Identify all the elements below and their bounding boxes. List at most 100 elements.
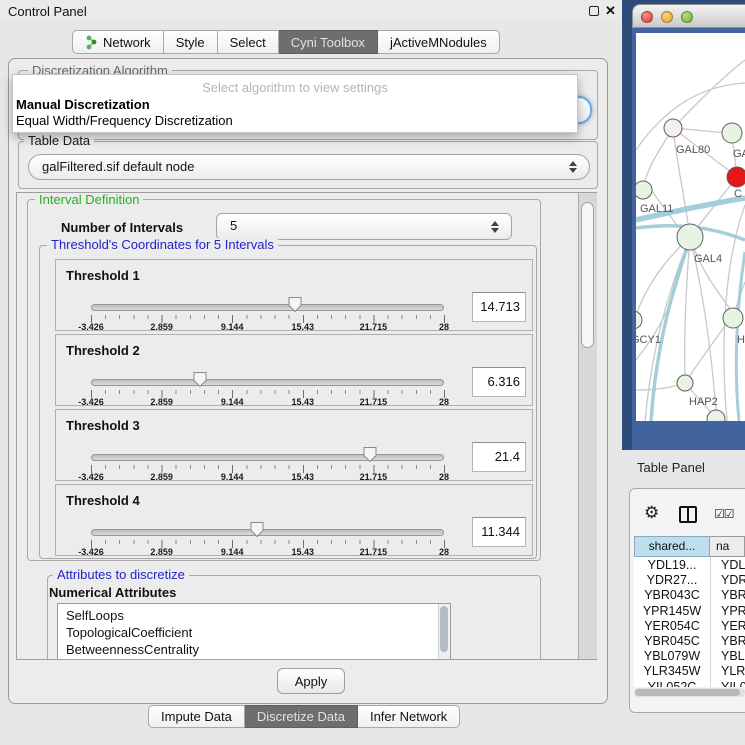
- threshold-row: Threshold 1 -3.4262.8599.144 15.4321.715…: [55, 259, 533, 331]
- bottom-tab-bar: Impute Data Discretize Data Infer Networ…: [148, 705, 460, 728]
- attributes-group-title: Attributes to discretize: [53, 568, 189, 581]
- tab-impute-data[interactable]: Impute Data: [148, 705, 245, 728]
- table-row[interactable]: YDR27...YDR2: [634, 573, 745, 588]
- close-traffic-light[interactable]: [641, 11, 653, 23]
- slider-track[interactable]: [91, 379, 444, 386]
- thresholds-group-title: Threshold's Coordinates for 5 Intervals: [47, 238, 278, 251]
- slider-track[interactable]: [91, 304, 444, 311]
- node-label: GAL80: [676, 144, 710, 156]
- control-panel-titlebar: Control Panel ✕: [0, 0, 622, 22]
- apply-button[interactable]: Apply: [277, 668, 345, 694]
- screen: Control Panel ✕ Network Style Select Cyn…: [0, 0, 745, 745]
- slider-track[interactable]: [91, 529, 444, 536]
- table-row[interactable]: YLR345WYLR3: [634, 664, 745, 679]
- network-window-titlebar[interactable]: [632, 4, 745, 28]
- close-icon[interactable]: ✕: [605, 3, 616, 19]
- threshold-label: Threshold 2: [66, 343, 140, 358]
- slider-scale: -3.4262.8599.144 15.4321.71528: [91, 397, 444, 409]
- threshold-value-field[interactable]: 21.4: [472, 442, 526, 472]
- node-label: GAL11: [640, 203, 673, 215]
- node-label: HAP2: [689, 396, 718, 408]
- column-header-name[interactable]: na: [710, 536, 745, 557]
- interval-definition-title: Interval Definition: [35, 193, 143, 206]
- tab-infer-network[interactable]: Infer Network: [358, 705, 460, 728]
- dropdown-hint: Select algorithm to view settings: [13, 80, 577, 95]
- option-equal-width-frequency[interactable]: Equal Width/Frequency Discretization: [16, 113, 233, 128]
- slider-track[interactable]: [91, 454, 444, 461]
- threshold-row: Threshold 4 -3.4262.8599.144 15.4321.715…: [55, 484, 533, 556]
- network-canvas[interactable]: GAL80 GA C GAL11 GAL4 GCY1 H HAP2: [636, 33, 745, 421]
- node-hap2[interactable]: [677, 375, 693, 391]
- algorithm-dropdown-popup: Select algorithm to view settings Manual…: [12, 74, 578, 133]
- table-row[interactable]: YBR043CYBR0: [634, 588, 745, 603]
- gear-icon[interactable]: ⚙: [644, 503, 659, 523]
- zoom-traffic-light[interactable]: [681, 11, 693, 23]
- table-row[interactable]: YDL19...YDL1: [634, 558, 745, 573]
- table-panel-title: Table Panel: [637, 460, 705, 475]
- threshold-label: Threshold 3: [66, 418, 140, 433]
- table-row[interactable]: YER054CYER0: [634, 619, 745, 634]
- node-gal80[interactable]: [664, 119, 682, 137]
- node-label: C: [734, 188, 742, 200]
- node-label: GAL4: [694, 253, 722, 265]
- node-partial-g[interactable]: [722, 123, 742, 143]
- list-item[interactable]: BetweennessCentrality: [58, 641, 450, 658]
- table-row[interactable]: YIL052CYIL0: [634, 680, 745, 687]
- top-tab-bar: Network Style Select Cyni Toolbox jActiv…: [72, 30, 500, 54]
- tab-jactivemnodules[interactable]: jActiveMNodules: [378, 30, 500, 54]
- node-partial-h[interactable]: [723, 308, 743, 328]
- columns-icon[interactable]: [679, 506, 697, 523]
- list-item[interactable]: SelfLoops: [58, 607, 450, 624]
- threshold-value-field[interactable]: 14.713: [472, 292, 526, 322]
- slider-thumb[interactable]: [362, 446, 377, 463]
- node-label: GCY1: [636, 334, 661, 346]
- minimize-traffic-light[interactable]: [661, 11, 673, 23]
- node-gal11[interactable]: [636, 181, 652, 199]
- table-row[interactable]: YBL079WYBL0: [634, 649, 745, 664]
- number-of-intervals-label: Number of Intervals: [61, 220, 183, 235]
- tab-cyni-toolbox[interactable]: Cyni Toolbox: [279, 30, 378, 54]
- threshold-label: Threshold 4: [66, 493, 140, 508]
- numerical-attributes-heading: Numerical Attributes: [49, 585, 176, 600]
- slider-thumb[interactable]: [193, 371, 208, 388]
- node-label: H: [737, 334, 745, 346]
- slider-scale: -3.4262.8599.144 15.4321.71528: [91, 547, 444, 559]
- table-row[interactable]: YBR045CYBR0: [634, 634, 745, 649]
- slider-scale: -3.4262.8599.144 15.4321.71528: [91, 472, 444, 484]
- table-data-combobox[interactable]: galFiltered.sif default node: [28, 154, 590, 180]
- node-red-selected[interactable]: [727, 167, 745, 187]
- tab-discretize-data[interactable]: Discretize Data: [245, 705, 358, 728]
- tab-select[interactable]: Select: [218, 30, 279, 54]
- threshold-row: Threshold 2 -3.4262.8599.144 15.4321.715…: [55, 334, 533, 406]
- threshold-row: Threshold 3 -3.4262.8599.144 15.4321.715…: [55, 409, 533, 481]
- slider-thumb[interactable]: [287, 296, 302, 313]
- combo-arrows-icon: [569, 161, 577, 173]
- threshold-value-field[interactable]: 11.344: [472, 517, 526, 547]
- numerical-attributes-list[interactable]: SelfLoops TopologicalCoefficient Between…: [57, 603, 451, 660]
- threshold-value-field[interactable]: 6.316: [472, 367, 526, 397]
- main-scrollbar-thumb[interactable]: [581, 202, 594, 348]
- checkbox-icons[interactable]: ☑☑: [714, 507, 734, 521]
- threshold-label: Threshold 1: [66, 268, 140, 283]
- float-window-icon[interactable]: [589, 6, 599, 16]
- settings-scroll-area: Interval Definition Number of Intervals …: [16, 192, 597, 660]
- node-gcy1[interactable]: [636, 311, 642, 329]
- option-manual-discretization[interactable]: Manual Discretization: [16, 97, 150, 112]
- tab-style[interactable]: Style: [164, 30, 218, 54]
- panel-title: Control Panel: [8, 4, 87, 19]
- tab-network[interactable]: Network: [72, 30, 164, 54]
- slider-scale: -3.4262.8599.144 15.4321.71528: [91, 322, 444, 334]
- network-graph: GAL80 GA C GAL11 GAL4 GCY1 H HAP2: [636, 33, 745, 421]
- network-icon: [85, 35, 98, 50]
- column-header-shared[interactable]: shared...: [634, 536, 710, 557]
- table-rows: YDL19...YDL1 YDR27...YDR2 YBR043CYBR0 YP…: [629, 557, 745, 687]
- table-row[interactable]: YPR145WYPR1: [634, 604, 745, 619]
- number-of-intervals-spinner[interactable]: 5: [216, 213, 512, 240]
- list-item[interactable]: TopologicalCoefficient: [58, 624, 450, 641]
- table-data-title: Table Data: [24, 134, 94, 147]
- node-label: GA: [733, 148, 745, 160]
- node-gal4[interactable]: [677, 224, 703, 250]
- spinner-arrows-icon: [491, 221, 499, 233]
- slider-thumb[interactable]: [249, 521, 264, 538]
- table-horizontal-scrollbar-thumb[interactable]: [635, 689, 740, 696]
